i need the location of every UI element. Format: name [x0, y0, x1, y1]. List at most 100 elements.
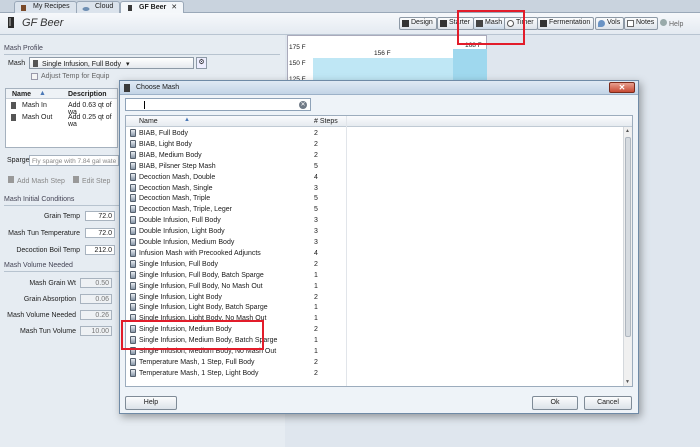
mash-steps: 1 — [314, 304, 318, 312]
dialog-help-button[interactable]: Help — [125, 396, 177, 410]
decoction-boil-temp-label: Decoction Boil Temp — [16, 247, 80, 254]
tab-my-recipes[interactable]: My Recipes — [14, 1, 77, 13]
cloud-icon — [82, 7, 90, 11]
mash-steps: 2 — [314, 140, 318, 148]
mash-steps-table: Name ▲ Description Mash In Add 0.63 qt o… — [5, 88, 118, 148]
list-item[interactable]: Decoction Mash, Triple, Leger 5 — [126, 204, 346, 215]
design-label: Design — [411, 19, 433, 26]
mash-name: BIAB, Medium Body — [139, 151, 202, 159]
list-item[interactable]: BIAB, Pilsner Step Mash 5 — [126, 161, 346, 172]
wrench-icon: ⚙ — [198, 59, 205, 66]
y-tick-150: 150 F — [289, 60, 306, 67]
fermentation-icon — [540, 20, 547, 27]
close-tab-icon[interactable]: ✕ — [171, 4, 177, 11]
design-button[interactable]: Design — [399, 17, 437, 30]
cancel-button[interactable]: Cancel — [584, 396, 632, 410]
add-step-icon — [8, 176, 14, 183]
list-item[interactable]: Single Infusion, Full Body, Batch Sparge… — [126, 270, 346, 281]
search-clear-icon[interactable]: ✕ — [299, 101, 307, 109]
highlight-box-medium-body-row — [121, 320, 264, 350]
mash-name: Single Infusion, Light Body, Batch Sparg… — [139, 304, 268, 312]
mash-icon — [130, 161, 136, 170]
tab-label: Cloud — [95, 3, 114, 10]
col-header-description[interactable]: Description — [68, 91, 107, 98]
step-name: Mash In — [22, 102, 47, 109]
mash-name: Double Infusion, Full Body — [139, 217, 221, 225]
mash-select-value: Single Infusion, Full Body — [42, 61, 121, 68]
list-item[interactable]: Infusion Mash with Precooked Adjuncts 4 — [126, 248, 346, 259]
mash-select[interactable]: Single Infusion, Full Body ▾ — [29, 57, 194, 69]
mash-steps: 3 — [314, 184, 318, 192]
mash-icon — [130, 129, 136, 137]
notes-button[interactable]: Notes — [624, 17, 659, 30]
col-header-steps[interactable]: # Steps — [314, 118, 338, 125]
table-row[interactable]: Mash Out Add 0.25 qt of wa — [6, 113, 117, 128]
edit-step-label: Edit Step — [82, 178, 111, 185]
list-item[interactable]: Single Infusion, Full Body, No Mash Out 1 — [126, 281, 346, 292]
list-item[interactable]: BIAB, Full Body 2 — [126, 128, 346, 139]
table-row[interactable]: Mash In Add 0.63 qt of wa — [6, 101, 117, 116]
add-mash-step-button[interactable]: Add Mash Step — [8, 176, 65, 185]
mash-steps: 2 — [314, 151, 318, 159]
mash-name: Single Infusion, Full Body — [139, 260, 218, 268]
design-icon — [402, 20, 409, 27]
tab-gf-beer[interactable]: GF Beer ✕ — [120, 1, 185, 13]
list-item[interactable]: Decoction Mash, Single 3 — [126, 183, 346, 194]
dialog-close-button[interactable]: ✕ — [609, 82, 635, 93]
col-header-name[interactable]: Name — [12, 91, 31, 98]
grain-wt-value: 0.50 — [80, 278, 112, 288]
mash-tun-volume-label: Mash Tun Volume — [19, 328, 76, 335]
decoction-boil-temp-field[interactable]: 212.0 — [85, 245, 115, 255]
list-item[interactable]: Temperature Mash, 1 Step, Full Body 2 — [126, 357, 346, 368]
list-item[interactable]: Double Infusion, Medium Body 3 — [126, 237, 346, 248]
mash-name: BIAB, Full Body — [139, 130, 189, 137]
mash-tun-temp-field[interactable]: 72.0 — [85, 228, 115, 238]
list-item[interactable]: Double Infusion, Light Body 3 — [126, 226, 346, 237]
mash-name: BIAB, Light Body — [139, 140, 192, 148]
edit-mash-button[interactable]: ⚙ — [196, 57, 207, 69]
search-input[interactable]: ✕ — [125, 98, 311, 111]
mash-steps: 4 — [314, 173, 318, 181]
adjust-temp-checkbox[interactable] — [31, 73, 38, 80]
list-item[interactable]: Single Infusion, Full Body 2 — [126, 259, 346, 270]
mash-name: Decoction Mash, Single — [139, 184, 213, 192]
vertical-scrollbar[interactable]: ▲ ▼ — [623, 127, 632, 386]
sort-asc-icon: ▲ — [39, 90, 46, 97]
scroll-down-arrow-icon[interactable]: ▼ — [625, 379, 630, 385]
list-item[interactable]: Temperature Mash, 1 Step, Light Body 2 — [126, 368, 346, 379]
help-link[interactable]: Help — [660, 19, 683, 28]
edit-step-button[interactable]: Edit Step — [73, 176, 110, 185]
ok-button[interactable]: Ok — [532, 396, 578, 410]
scroll-thumb[interactable] — [625, 137, 631, 337]
mash-icon — [130, 150, 136, 159]
list-item[interactable]: Single Infusion, Light Body, Batch Sparg… — [126, 302, 346, 313]
mash-name: Double Infusion, Light Body — [139, 228, 225, 236]
sort-asc-icon: ▲ — [184, 117, 190, 123]
mash-tun-temp-label: Mash Tun Temperature — [8, 230, 80, 237]
tab-cloud[interactable]: Cloud — [76, 1, 121, 13]
adjust-temp-label: Adjust Temp for Equip — [41, 73, 110, 80]
list-item[interactable]: Double Infusion, Full Body 3 — [126, 215, 346, 226]
mash-steps: 2 — [314, 358, 318, 366]
mash-steps: 3 — [314, 239, 318, 246]
mash-list-header: Name ▲ # Steps — [126, 116, 632, 386]
scroll-up-arrow-icon[interactable]: ▲ — [625, 128, 630, 134]
fermentation-label: Fermentation — [549, 19, 591, 26]
list-item[interactable]: Decoction Mash, Triple 5 — [126, 193, 346, 204]
sparge-field[interactable]: Fly sparge with 7.84 gal wate — [29, 155, 119, 166]
list-item[interactable]: BIAB, Medium Body 2 — [126, 150, 346, 161]
fermentation-button[interactable]: Fermentation — [537, 17, 595, 30]
list-item[interactable]: Decoction Mash, Double 4 — [126, 172, 346, 183]
grain-temp-field[interactable]: 72.0 — [85, 211, 115, 221]
col-header-name[interactable]: Name — [139, 118, 158, 125]
mash-steps: 5 — [314, 195, 318, 203]
mash-icon — [130, 227, 136, 236]
vols-button[interactable]: Vols — [595, 17, 625, 30]
highlight-box-mash-button — [457, 10, 525, 45]
starter-icon — [440, 20, 447, 27]
list-item[interactable]: Single Infusion, Light Body 2 — [126, 292, 346, 303]
mash-steps: 3 — [314, 217, 318, 225]
list-item[interactable]: BIAB, Light Body 2 — [126, 139, 346, 150]
mash-icon — [130, 216, 136, 225]
mash-icon — [130, 281, 136, 290]
